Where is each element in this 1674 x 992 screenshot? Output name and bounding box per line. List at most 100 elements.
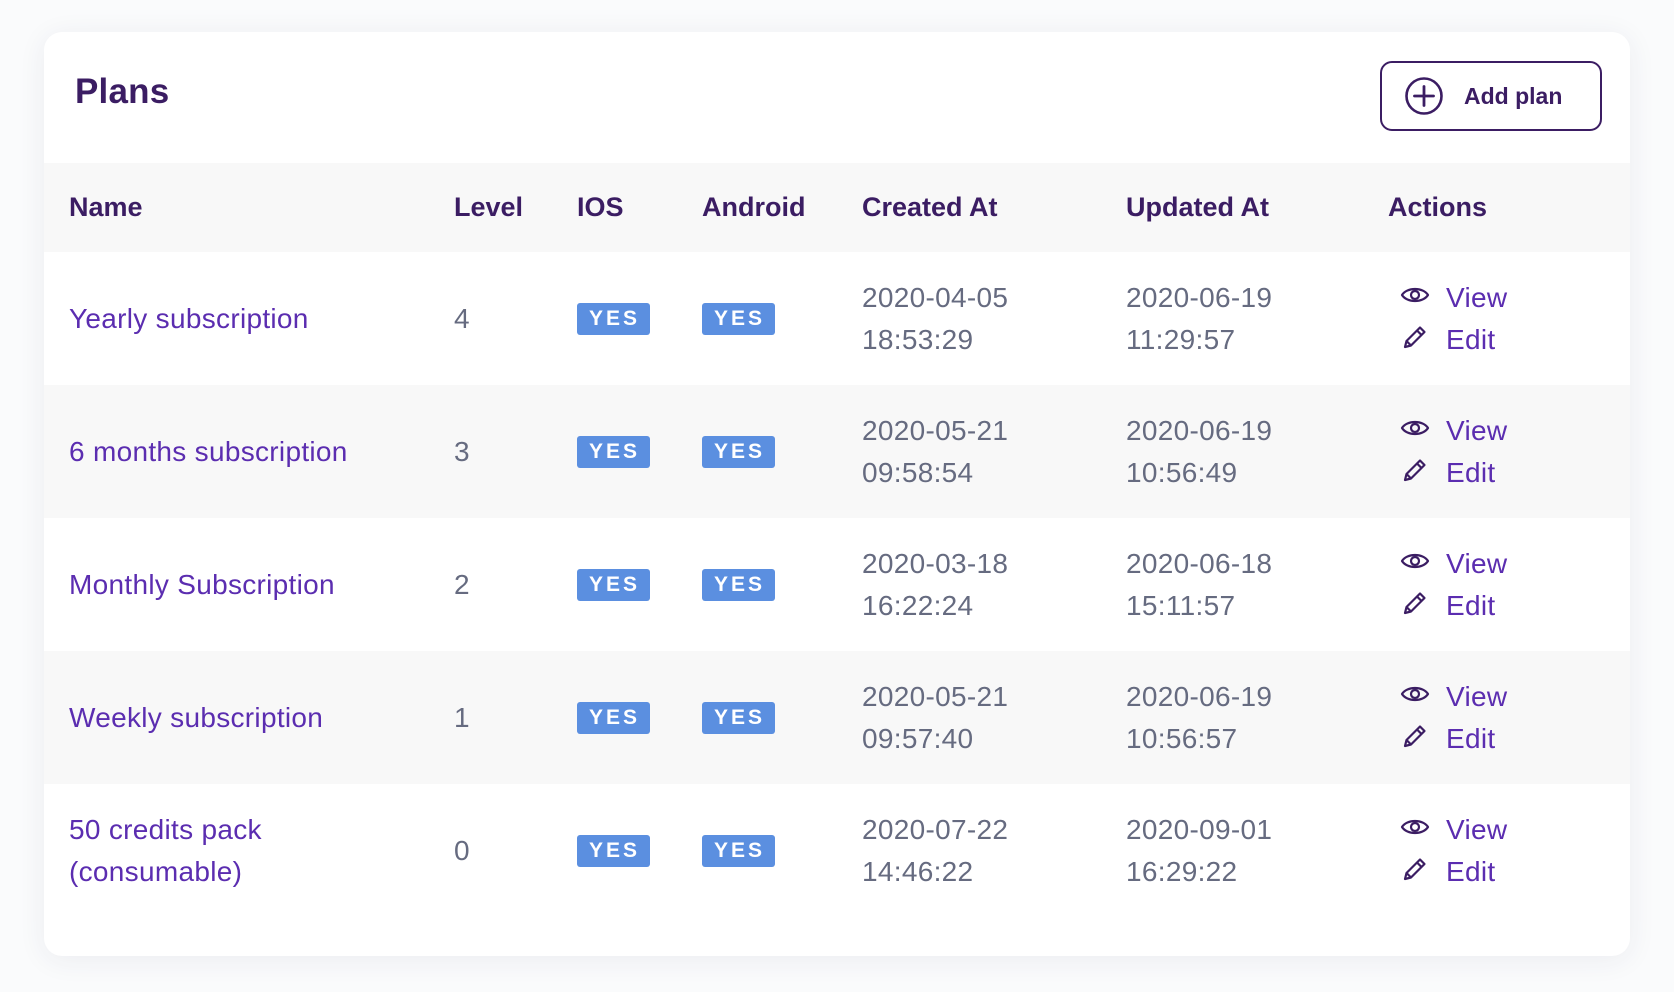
updated-at: 2020-09-01 16:29:22 (1126, 809, 1272, 893)
android-status-badge: YES (702, 701, 776, 734)
created-time: 09:58:54 (862, 456, 974, 488)
plus-circle-icon (1404, 76, 1444, 116)
plan-name-link[interactable]: Monthly Subscription (69, 564, 335, 606)
updated-date: 2020-06-19 (1126, 281, 1273, 313)
column-header-created-at[interactable]: Created At (862, 163, 1112, 252)
view-action[interactable]: View (1400, 277, 1507, 319)
eye-icon (1400, 812, 1430, 847)
view-label: View (1446, 414, 1508, 446)
android-status-badge: YES (702, 302, 776, 335)
table-row: Monthly Subscription 2 YES YES 2020-03-1… (44, 518, 1630, 651)
column-header-android[interactable]: Android (702, 163, 852, 252)
pencil-icon (1400, 588, 1430, 623)
created-time: 16:22:24 (862, 589, 974, 621)
edit-action[interactable]: Edit (1400, 851, 1507, 893)
pencil-icon (1400, 455, 1430, 490)
table-row: Weekly subscription 1 YES YES 2020-05-21… (44, 651, 1630, 784)
created-at: 2020-05-21 09:57:40 (862, 676, 1008, 760)
updated-time: 10:56:49 (1126, 456, 1238, 488)
updated-at: 2020-06-19 11:29:57 (1126, 277, 1272, 361)
updated-date: 2020-06-19 (1126, 414, 1273, 446)
table-row: Yearly subscription 4 YES YES 2020-04-05… (44, 252, 1630, 385)
created-at: 2020-04-05 18:53:29 (862, 277, 1008, 361)
updated-at: 2020-06-18 15:11:57 (1126, 543, 1272, 627)
updated-date: 2020-09-01 (1126, 813, 1273, 845)
view-action[interactable]: View (1400, 410, 1507, 452)
created-date: 2020-04-05 (862, 281, 1009, 313)
column-header-name[interactable]: Name (69, 163, 439, 252)
eye-icon (1400, 280, 1430, 315)
created-at: 2020-03-18 16:22:24 (862, 543, 1008, 627)
updated-at: 2020-06-19 10:56:57 (1126, 676, 1272, 760)
view-action[interactable]: View (1400, 543, 1507, 585)
created-date: 2020-07-22 (862, 813, 1009, 845)
plan-level: 3 (454, 435, 470, 467)
updated-date: 2020-06-18 (1126, 547, 1273, 579)
plan-name-link[interactable]: 50 credits pack (consumable) (69, 809, 262, 893)
plan-level: 4 (454, 302, 470, 334)
add-plan-button[interactable]: Add plan (1380, 61, 1602, 131)
table-row: 50 credits pack (consumable) 0 YES YES 20… (44, 784, 1630, 917)
table-row: 6 months subscription 3 YES YES 2020-05-… (44, 385, 1630, 518)
updated-at: 2020-06-19 10:56:49 (1126, 410, 1272, 494)
view-action[interactable]: View (1400, 676, 1507, 718)
edit-label: Edit (1446, 589, 1496, 621)
eye-icon (1400, 413, 1430, 448)
plan-name-link[interactable]: 6 months subscription (69, 431, 348, 473)
add-plan-label: Add plan (1464, 82, 1563, 109)
view-label: View (1446, 813, 1508, 845)
card-header: Plans Add plan (44, 32, 1630, 163)
column-header-updated-at[interactable]: Updated At (1126, 163, 1376, 252)
created-date: 2020-03-18 (862, 547, 1009, 579)
ios-status-badge: YES (577, 302, 651, 335)
edit-label: Edit (1446, 323, 1496, 355)
pencil-icon (1400, 322, 1430, 357)
created-date: 2020-05-21 (862, 414, 1009, 446)
plan-name-line1: 50 credits pack (69, 813, 262, 845)
view-label: View (1446, 547, 1508, 579)
android-status-badge: YES (702, 435, 776, 468)
edit-label: Edit (1446, 722, 1496, 754)
plan-name-link[interactable]: Yearly subscription (69, 298, 309, 340)
plan-level: 2 (454, 568, 470, 600)
android-status-badge: YES (702, 834, 776, 867)
updated-time: 10:56:57 (1126, 722, 1238, 754)
ios-status-badge: YES (577, 568, 651, 601)
plans-table: Name Level IOS Android Created At Update… (44, 163, 1630, 917)
ios-status-badge: YES (577, 701, 651, 734)
column-header-ios[interactable]: IOS (577, 163, 697, 252)
eye-icon (1400, 679, 1430, 714)
updated-time: 16:29:22 (1126, 855, 1238, 887)
android-status-badge: YES (702, 568, 776, 601)
edit-label: Edit (1446, 456, 1496, 488)
pencil-icon (1400, 854, 1430, 889)
eye-icon (1400, 546, 1430, 581)
created-date: 2020-05-21 (862, 680, 1009, 712)
created-at: 2020-07-22 14:46:22 (862, 809, 1008, 893)
created-time: 18:53:29 (862, 323, 974, 355)
plan-name-line2: (consumable) (69, 855, 243, 887)
updated-time: 15:11:57 (1126, 589, 1236, 621)
page-title: Plans (75, 72, 170, 111)
plans-card: Plans Add plan Name Level IOS Android Cr… (44, 32, 1630, 956)
view-label: View (1446, 281, 1508, 313)
edit-action[interactable]: Edit (1400, 718, 1507, 760)
column-header-level[interactable]: Level (454, 163, 564, 252)
view-label: View (1446, 680, 1508, 712)
plan-level: 0 (454, 834, 470, 866)
plan-name-link[interactable]: Weekly subscription (69, 697, 323, 739)
pencil-icon (1400, 721, 1430, 756)
updated-date: 2020-06-19 (1126, 680, 1273, 712)
edit-action[interactable]: Edit (1400, 585, 1507, 627)
plan-level: 1 (454, 701, 470, 733)
created-at: 2020-05-21 09:58:54 (862, 410, 1008, 494)
created-time: 09:57:40 (862, 722, 974, 754)
created-time: 14:46:22 (862, 855, 974, 887)
edit-action[interactable]: Edit (1400, 319, 1507, 361)
table-header-row: Name Level IOS Android Created At Update… (44, 163, 1630, 252)
edit-action[interactable]: Edit (1400, 452, 1507, 494)
ios-status-badge: YES (577, 834, 651, 867)
updated-time: 11:29:57 (1126, 323, 1236, 355)
view-action[interactable]: View (1400, 809, 1507, 851)
edit-label: Edit (1446, 855, 1496, 887)
